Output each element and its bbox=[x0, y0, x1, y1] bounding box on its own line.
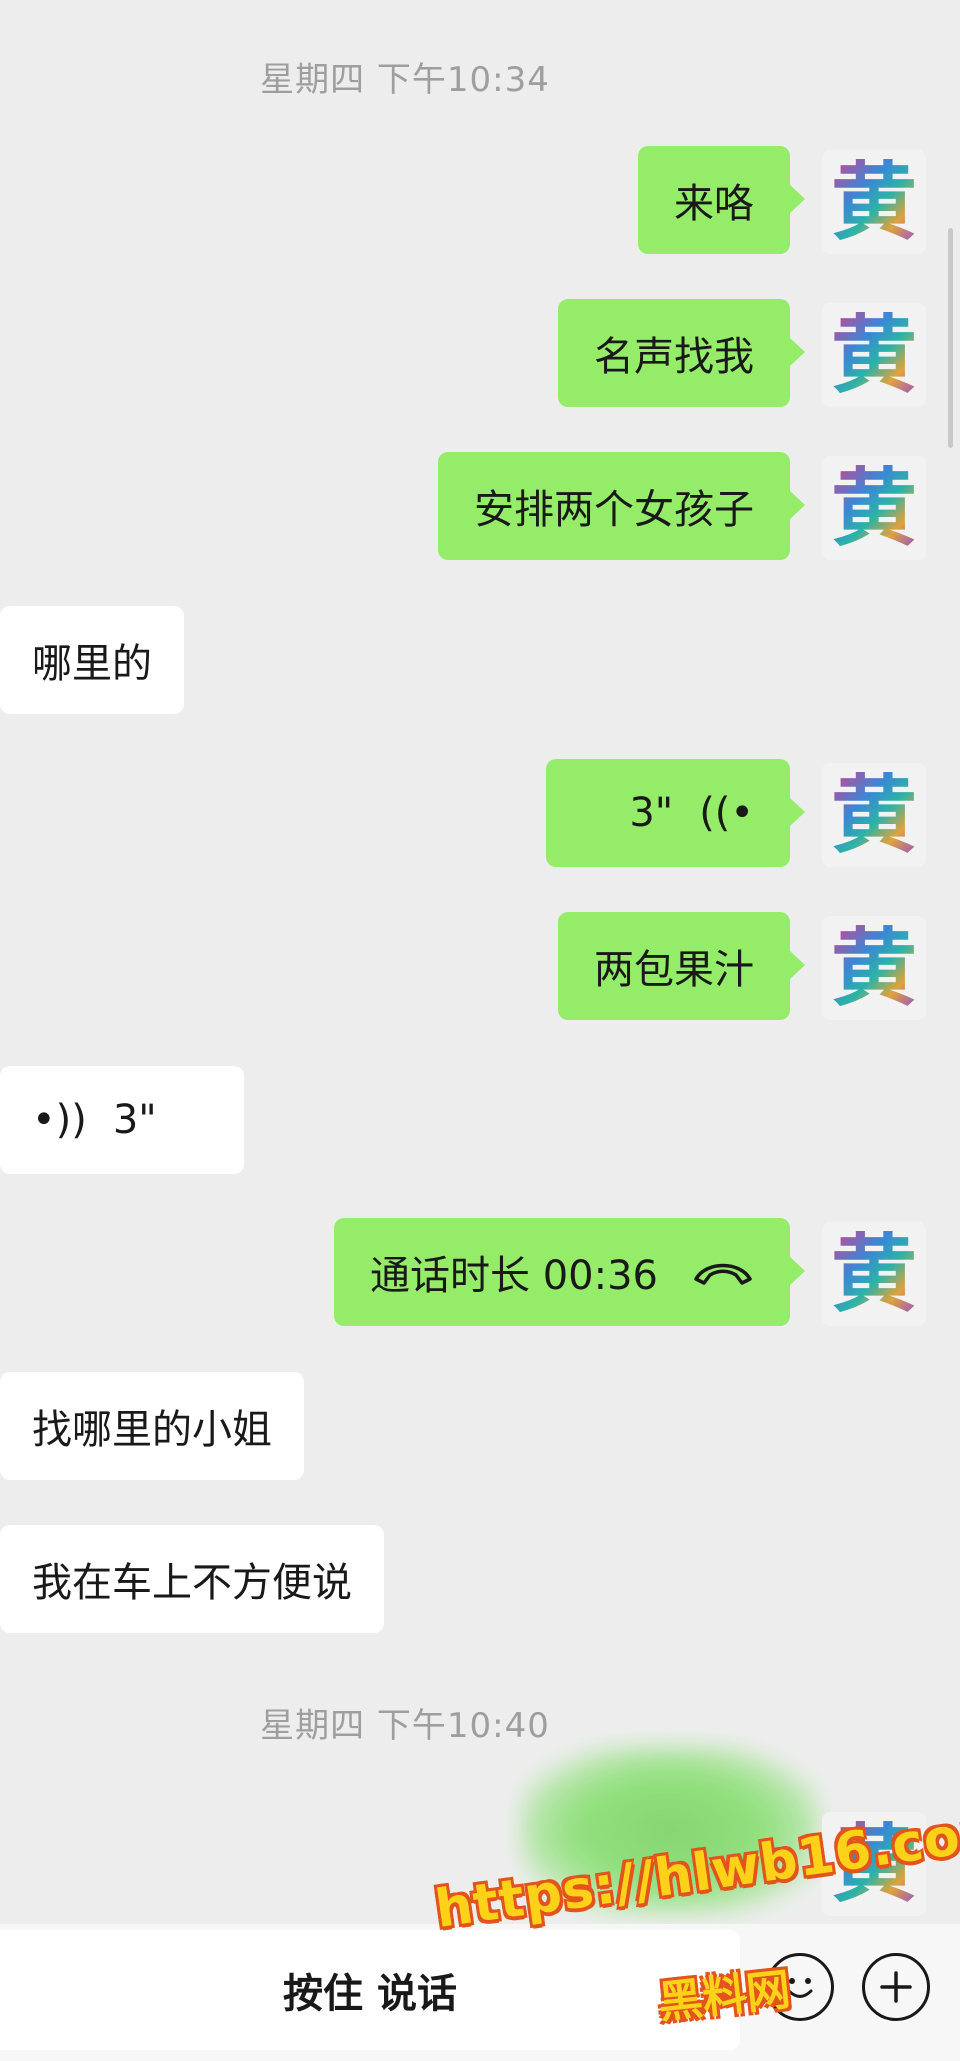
voice-message-outgoing[interactable]: 3" ((• bbox=[546, 759, 805, 867]
message-bubble-outgoing[interactable]: 两包果汁 bbox=[558, 912, 805, 1020]
message-bubble-incoming[interactable]: 找哪里的小姐 bbox=[0, 1372, 304, 1480]
voice-duration: 3" bbox=[112, 1097, 157, 1143]
message-text: 哪里的 bbox=[32, 641, 152, 687]
avatar[interactable]: 黄 bbox=[822, 150, 926, 254]
avatar[interactable]: 黄 bbox=[822, 456, 926, 560]
voice-wave-out-icon: ((• bbox=[699, 790, 754, 836]
timestamp: 星期四 下午10:40 bbox=[260, 1706, 550, 1746]
call-record-bubble[interactable]: 通话时长 00:36 bbox=[334, 1218, 805, 1326]
message-bubble-outgoing[interactable]: 名声找我 bbox=[558, 299, 805, 407]
avatar[interactable]: 黄 bbox=[822, 763, 926, 867]
message-text: 我在车上不方便说 bbox=[32, 1560, 352, 1606]
hold-to-talk-label: 按住 说话 bbox=[283, 1971, 457, 2017]
watermark-name: 黑料网 bbox=[656, 1964, 793, 2029]
message-text: 两包果汁 bbox=[594, 947, 754, 993]
phone-hangup-icon bbox=[692, 1257, 754, 1287]
hold-to-talk-button[interactable]: 按住 说话 bbox=[0, 1930, 740, 2050]
message-text: 来咯 bbox=[674, 181, 754, 227]
voice-wave-in-icon: •)) bbox=[32, 1097, 87, 1143]
avatar[interactable]: 黄 bbox=[822, 1222, 926, 1326]
avatar[interactable]: 黄 bbox=[822, 303, 926, 407]
voice-message-incoming[interactable]: •)) 3" bbox=[0, 1066, 244, 1174]
message-text: 安排两个女孩子 bbox=[474, 487, 754, 533]
message-text: 找哪里的小姐 bbox=[32, 1407, 272, 1453]
message-text: 名声找我 bbox=[594, 334, 754, 380]
plus-icon[interactable] bbox=[862, 1953, 930, 2021]
scrollbar[interactable] bbox=[948, 228, 953, 448]
avatar[interactable]: 黄 bbox=[822, 916, 926, 1020]
message-bubble-incoming[interactable]: 我在车上不方便说 bbox=[0, 1525, 384, 1633]
message-bubble-outgoing[interactable]: 安排两个女孩子 bbox=[438, 452, 805, 560]
voice-duration: 3" bbox=[629, 790, 674, 836]
timestamp: 星期四 下午10:34 bbox=[260, 60, 550, 100]
message-bubble-incoming[interactable]: 哪里的 bbox=[0, 606, 184, 714]
message-bubble-outgoing[interactable]: 来咯 bbox=[638, 146, 805, 254]
call-duration-text: 通话时长 00:36 bbox=[370, 1253, 658, 1299]
